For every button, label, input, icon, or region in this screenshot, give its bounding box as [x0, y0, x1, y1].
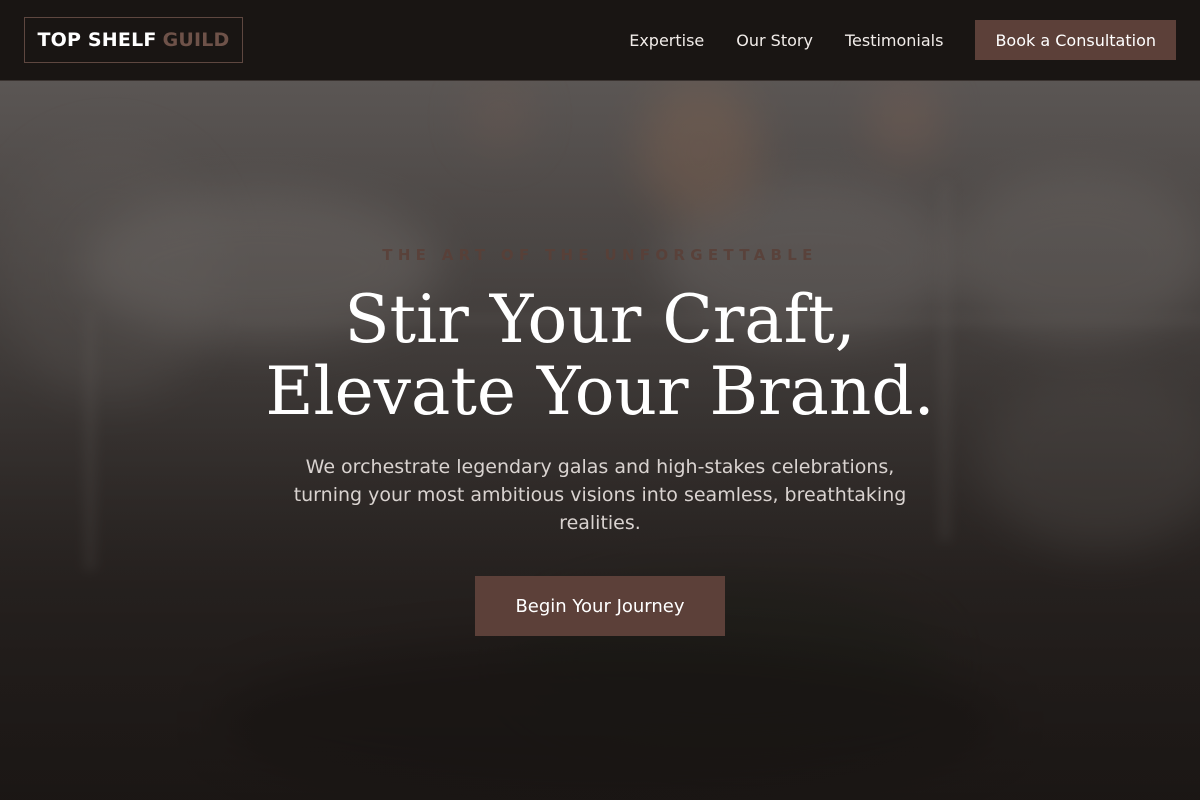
logo-word-accent: GUILD [162, 29, 230, 51]
main-nav: Expertise Our Story Testimonials Book a … [629, 20, 1176, 60]
hero-headline: Stir Your Craft, Elevate Your Brand. [0, 284, 1200, 428]
hero-eyebrow: THE ART OF THE UNFORGETTABLE [382, 246, 818, 264]
begin-journey-button[interactable]: Begin Your Journey [475, 576, 725, 636]
nav-link-testimonials[interactable]: Testimonials [845, 31, 944, 50]
book-consultation-button[interactable]: Book a Consultation [975, 20, 1176, 60]
nav-link-expertise[interactable]: Expertise [629, 31, 704, 50]
hero-overlay [0, 81, 1200, 800]
hero-subtitle: We orchestrate legendary galas and high-… [293, 456, 907, 534]
brand-logo[interactable]: TOP SHELF GUILD [24, 17, 243, 63]
nav-link-our-story[interactable]: Our Story [736, 31, 813, 50]
hero-headline-line-2: Elevate Your Brand. [265, 353, 935, 430]
site-header: TOP SHELF GUILD Expertise Our Story Test… [0, 0, 1200, 81]
hero-headline-line-1: Stir Your Craft, [344, 281, 856, 358]
logo-word-primary: TOP SHELF [37, 29, 157, 51]
